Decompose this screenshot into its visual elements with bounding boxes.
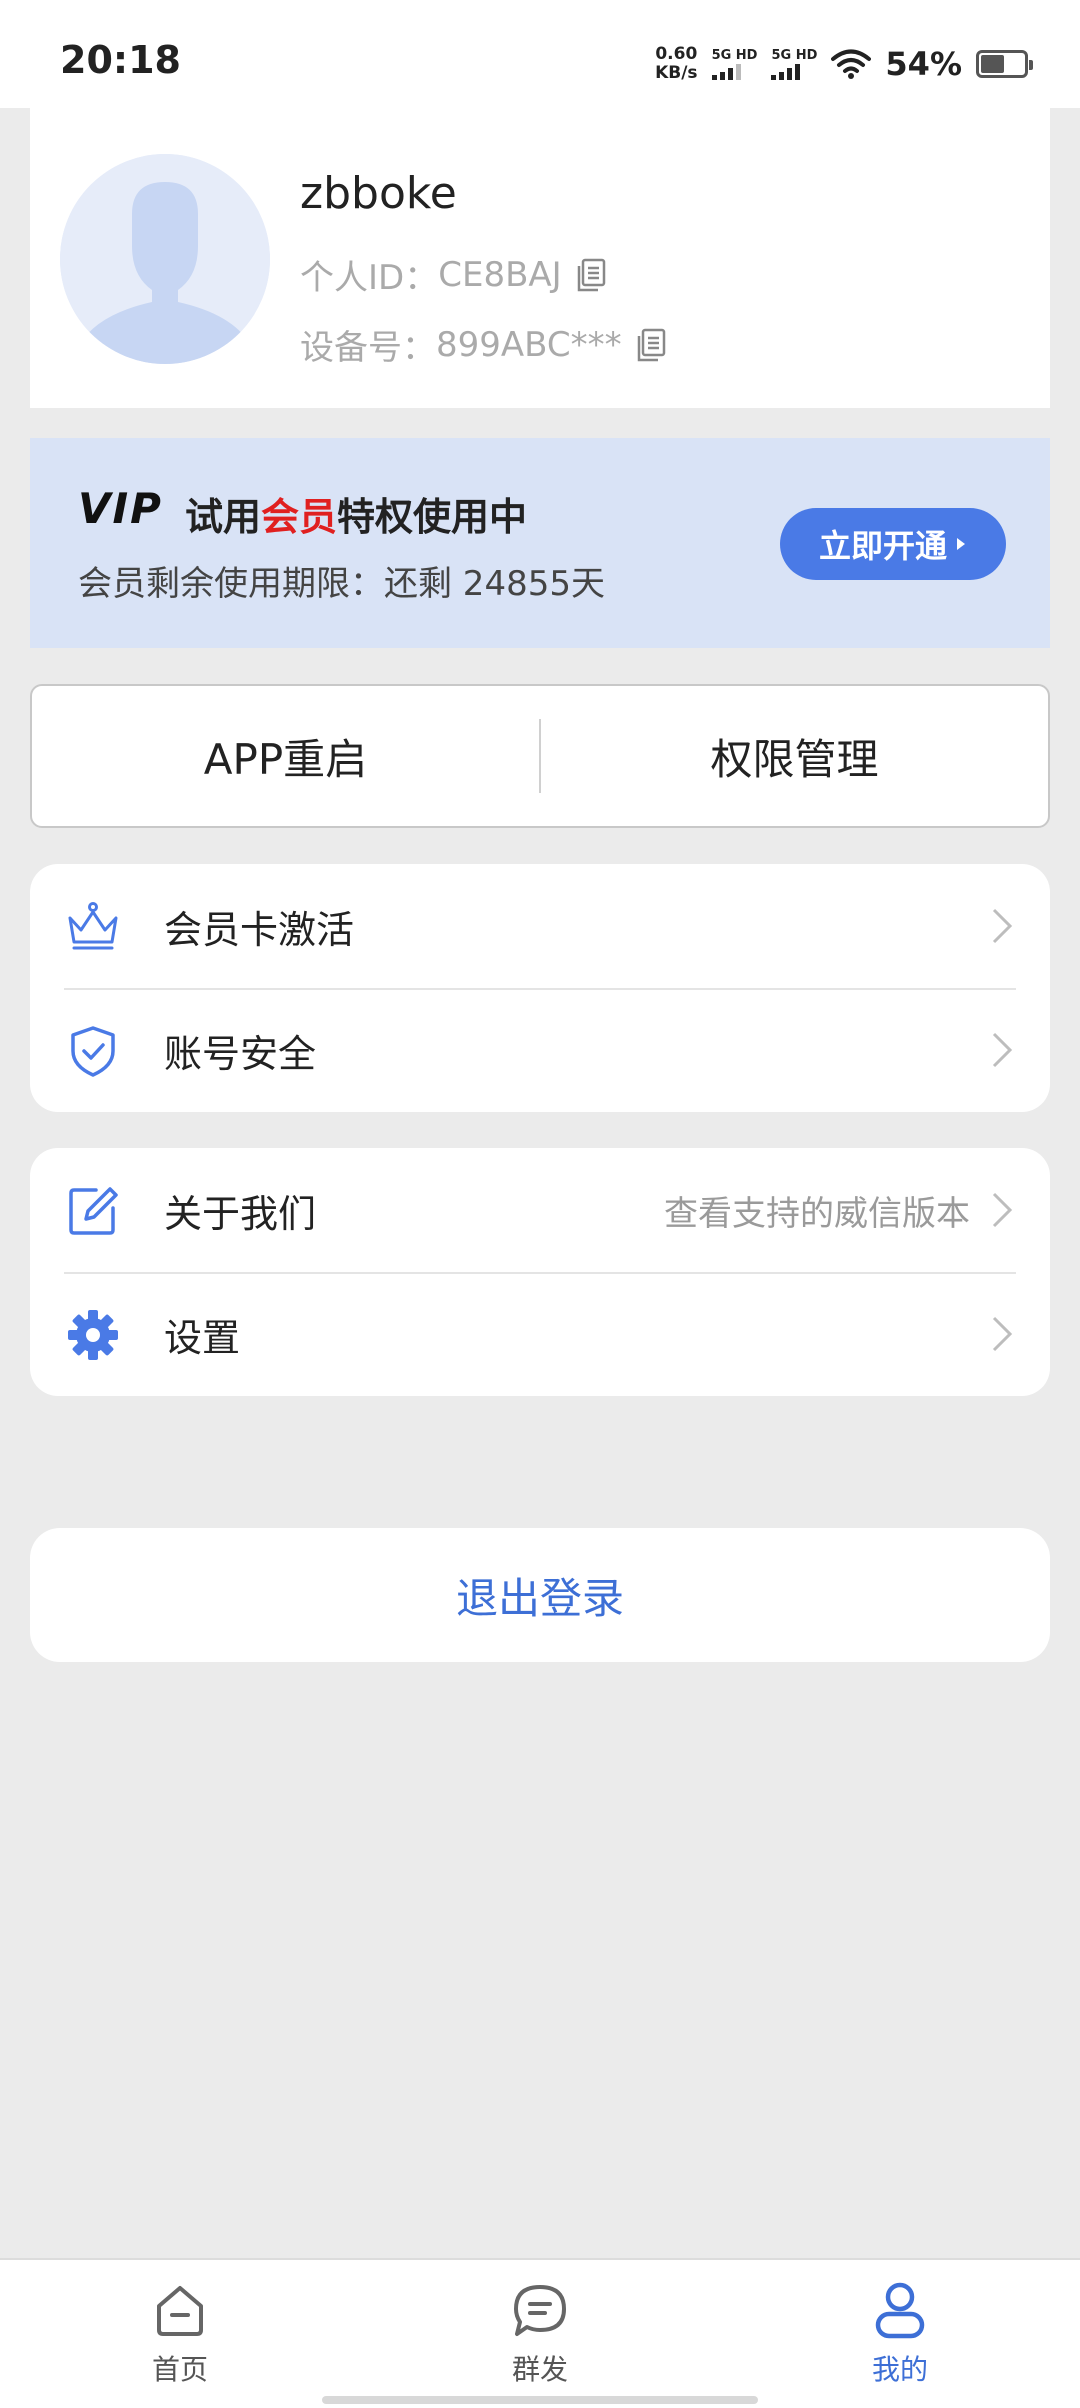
signal-2-label: 5G HD [771,48,818,63]
nav-label: 群发 [511,2353,568,2386]
device-id-value: 899ABC*** [436,324,622,365]
chevron-right-icon [992,1316,1013,1352]
chat-bubble-icon [514,2285,566,2336]
profile-icon [875,2282,925,2339]
signal-bars-icon [711,64,741,80]
network-speed-unit: KB/s [655,63,698,83]
personal-id-label: 个人ID： [300,258,439,298]
menu-item-member-card-activation[interactable]: 会员卡激活 [30,864,1050,988]
nav-item-mine[interactable]: 我的 [800,2282,1000,2392]
status-indicators: 0.60 KB/s 5G HD 5G HD 54% [655,36,1033,92]
quick-actions: APP重启 权限管理 [30,684,1050,828]
personal-id-value: CE8BAJ [438,254,562,295]
signal-1-label: 5G HD [711,48,758,63]
battery-percent: 54% [885,45,962,83]
edit-icon [66,1184,120,1238]
nav-item-mass-send[interactable]: 群发 [440,2282,640,2392]
device-id-label: 设备号： [300,328,436,368]
username: zbboke [300,168,457,219]
logout-label: 退出登录 [455,1573,624,1623]
status-time: 20:18 [60,38,181,82]
network-speed-value: 0.60 [655,44,698,64]
menu-item-settings[interactable]: 设置 [30,1272,1050,1396]
menu-item-account-security[interactable]: 账号安全 [30,988,1050,1112]
copy-icon[interactable] [576,258,606,292]
vip-title-prefix: 试用 [185,495,262,539]
status-bar: 20:18 0.60 KB/s 5G HD 5G HD 54% [0,0,1080,108]
bottom-nav: 首页 群发 我的 [0,2258,1080,2408]
device-id-row: 设备号： 899ABC*** [300,320,666,369]
vip-remaining-period: 会员剩余使用期限：还剩 24855天 [78,564,605,604]
signal-2: 5G HD [771,48,817,80]
menu-item-label: 会员卡激活 [164,907,355,952]
menu-group-general: 关于我们 查看支持的威信版本 设置 [30,1148,1050,1396]
menu-item-label: 关于我们 [164,1191,317,1236]
supported-version-hint: 查看支持的威信版本 [664,1193,970,1234]
gear-icon [66,1308,120,1362]
crown-icon [66,900,120,954]
open-vip-button-label: 立即开通 [818,527,947,565]
app-restart-button[interactable]: APP重启 [32,726,539,787]
profile-card: zbboke 个人ID： CE8BAJ 设备号： 899ABC*** [30,108,1050,408]
logout-button[interactable]: 退出登录 [30,1528,1050,1662]
default-avatar-icon [60,154,270,364]
wifi-icon [831,49,872,79]
chevron-right-icon [992,1032,1013,1068]
signal-1: 5G HD [711,48,758,80]
network-speed: 0.60 KB/s [655,45,697,83]
battery-icon [976,50,1033,78]
vip-status-title: 试用会员特权使用中 [185,486,527,541]
menu-group-membership: 会员卡激活 账号安全 [30,864,1050,1112]
nav-label: 首页 [151,2353,208,2386]
shield-check-icon [66,1024,120,1078]
vip-title-highlight: 会员 [261,495,338,539]
menu-item-about-us[interactable]: 关于我们 查看支持的威信版本 [30,1148,1050,1272]
copy-icon[interactable] [636,328,666,362]
personal-id-row: 个人ID： CE8BAJ [300,250,606,299]
signal-bars-icon [771,64,801,80]
chevron-right-icon [992,908,1013,944]
vip-title-suffix: 特权使用中 [337,495,528,539]
permission-management-button[interactable]: 权限管理 [541,726,1048,787]
nav-label: 我的 [871,2353,928,2386]
menu-item-label: 设置 [164,1315,241,1360]
vip-logo: VIP [78,484,163,533]
nav-item-home[interactable]: 首页 [80,2282,280,2392]
home-indicator[interactable] [322,2396,758,2404]
open-vip-button[interactable]: 立即开通 [780,508,1006,580]
vip-banner: VIP 试用会员特权使用中 会员剩余使用期限：还剩 24855天 立即开通 [30,438,1050,648]
chevron-right-icon [992,1192,1013,1228]
avatar[interactable] [60,154,270,364]
menu-item-label: 账号安全 [164,1031,317,1076]
caret-right-icon [957,538,965,550]
home-icon [157,2286,203,2336]
